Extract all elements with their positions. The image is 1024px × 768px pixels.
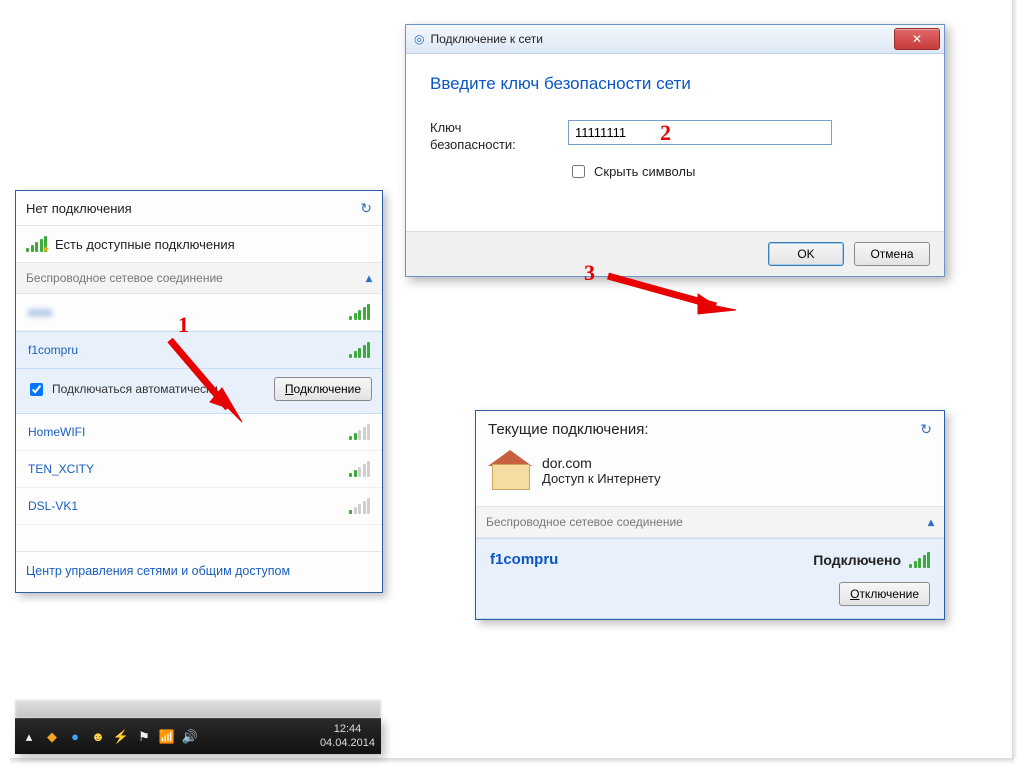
cancel-button[interactable]: Отмена	[854, 242, 930, 266]
taskbar-clock[interactable]: 12:44 04.04.2014	[320, 723, 375, 749]
current-connections-title: Текущие подключения:	[488, 421, 649, 438]
signal-available-icon	[26, 236, 47, 252]
dialog-heading: Введите ключ безопасности сети	[430, 74, 920, 94]
connect-rest: одключение	[294, 382, 361, 396]
key-label: Ключ безопасности:	[430, 120, 550, 154]
available-label: Есть доступные подключения	[55, 237, 235, 252]
tray-network-icon[interactable]: 📶	[159, 729, 175, 745]
page-shadow	[10, 758, 1014, 764]
hide-chars-checkbox[interactable]	[572, 165, 585, 178]
network-name: f1compru	[28, 343, 78, 357]
signal-icon	[349, 498, 370, 514]
refresh-icon[interactable]: ↻	[360, 200, 372, 217]
auto-connect-input[interactable]	[30, 383, 43, 396]
dialog-icon: ◎	[414, 32, 424, 46]
signal-icon	[349, 461, 370, 477]
signal-icon	[349, 424, 370, 440]
dialog-button-bar: OK Отмена	[406, 231, 944, 276]
flyout-title: Нет подключения	[26, 201, 132, 216]
network-item-hidden[interactable]: xxxx	[16, 294, 382, 331]
clock-time: 12:44	[320, 723, 375, 736]
close-icon[interactable]: ✕	[894, 28, 940, 50]
home-network-row[interactable]: dor.com Доступ к Интернету	[476, 442, 944, 506]
clock-date: 04.04.2014	[320, 737, 375, 750]
ok-button[interactable]: OK	[768, 242, 844, 266]
tray-volume-icon[interactable]: 🔊	[182, 729, 198, 745]
page-shadow	[1012, 0, 1018, 758]
wireless-group-header[interactable]: Беспроводное сетевое соединение ▴	[476, 506, 944, 538]
auto-connect-checkbox[interactable]: Подключаться автоматически	[26, 380, 218, 399]
network-flyout: Нет подключения ↻ Есть доступные подключ…	[15, 190, 383, 593]
network-item[interactable]: TEN_XCITY	[16, 451, 382, 488]
chevron-up-icon: ▴	[366, 271, 372, 285]
connect-button[interactable]: Подключение	[274, 377, 372, 401]
network-name: TEN_XCITY	[28, 462, 94, 476]
annotation-3: 3	[584, 260, 595, 286]
hide-chars-label: Скрыть символы	[594, 164, 695, 179]
signal-icon	[349, 304, 370, 320]
security-key-input[interactable]	[568, 120, 832, 145]
security-key-dialog: ◎ Подключение к сети ✕ Введите ключ безо…	[405, 24, 945, 277]
annotation-2: 2	[660, 120, 671, 146]
dialog-title: Подключение к сети	[430, 32, 542, 46]
tray-app-icon[interactable]: ●	[67, 729, 83, 745]
tray-smiley-icon[interactable]: ☻	[90, 729, 106, 745]
network-name: HomeWIFI	[28, 425, 85, 439]
disconnect-button[interactable]: Отключение	[839, 582, 930, 606]
network-item[interactable]: DSL-VK1	[16, 488, 382, 525]
network-item-selected[interactable]: f1compru	[16, 331, 382, 369]
home-network-desc: Доступ к Интернету	[542, 471, 661, 486]
connected-network-name[interactable]: f1compru	[490, 551, 558, 568]
current-connections-flyout: Текущие подключения: ↻ dor.com Доступ к …	[475, 410, 945, 620]
network-name: DSL-VK1	[28, 499, 78, 513]
signal-icon	[909, 552, 930, 568]
flyout-footer: Центр управления сетями и общим доступом	[16, 551, 382, 592]
blurred-strip	[15, 700, 381, 718]
group-label: Беспроводное сетевое соединение	[486, 515, 683, 529]
tray-up-icon[interactable]: ▴	[21, 729, 37, 745]
chevron-up-icon: ▴	[928, 515, 934, 529]
auto-connect-label: Подключаться автоматически	[52, 382, 218, 396]
annotation-1: 1	[178, 312, 189, 338]
refresh-icon[interactable]: ↻	[920, 421, 932, 438]
home-network-name: dor.com	[542, 455, 661, 471]
taskbar: ▴ ◆ ● ☻ ⚡ ⚑ 📶 🔊 12:44 04.04.2014	[15, 718, 381, 754]
tray-app-icon[interactable]: ◆	[44, 729, 60, 745]
dialog-titlebar[interactable]: ◎ Подключение к сети ✕	[406, 25, 944, 54]
network-center-link[interactable]: Центр управления сетями и общим доступом	[26, 564, 290, 578]
home-icon	[488, 448, 532, 492]
group-label: Беспроводное сетевое соединение	[26, 271, 223, 285]
wireless-group-header[interactable]: Беспроводное сетевое соединение ▴	[16, 262, 382, 294]
selected-network-panel: Подключаться автоматически Подключение	[16, 369, 382, 414]
tray-icons: ▴ ◆ ● ☻ ⚡ ⚑ 📶 🔊	[21, 729, 198, 745]
network-name-blurred: xxxx	[28, 305, 52, 319]
signal-icon	[349, 342, 370, 358]
connected-network-panel: f1compru Подключено Отключение	[476, 538, 944, 619]
network-item[interactable]: HomeWIFI	[16, 414, 382, 451]
tray-plug-icon[interactable]: ⚡	[113, 729, 129, 745]
tray-flag-icon[interactable]: ⚑	[136, 729, 152, 745]
connected-status: Подключено	[813, 552, 901, 568]
